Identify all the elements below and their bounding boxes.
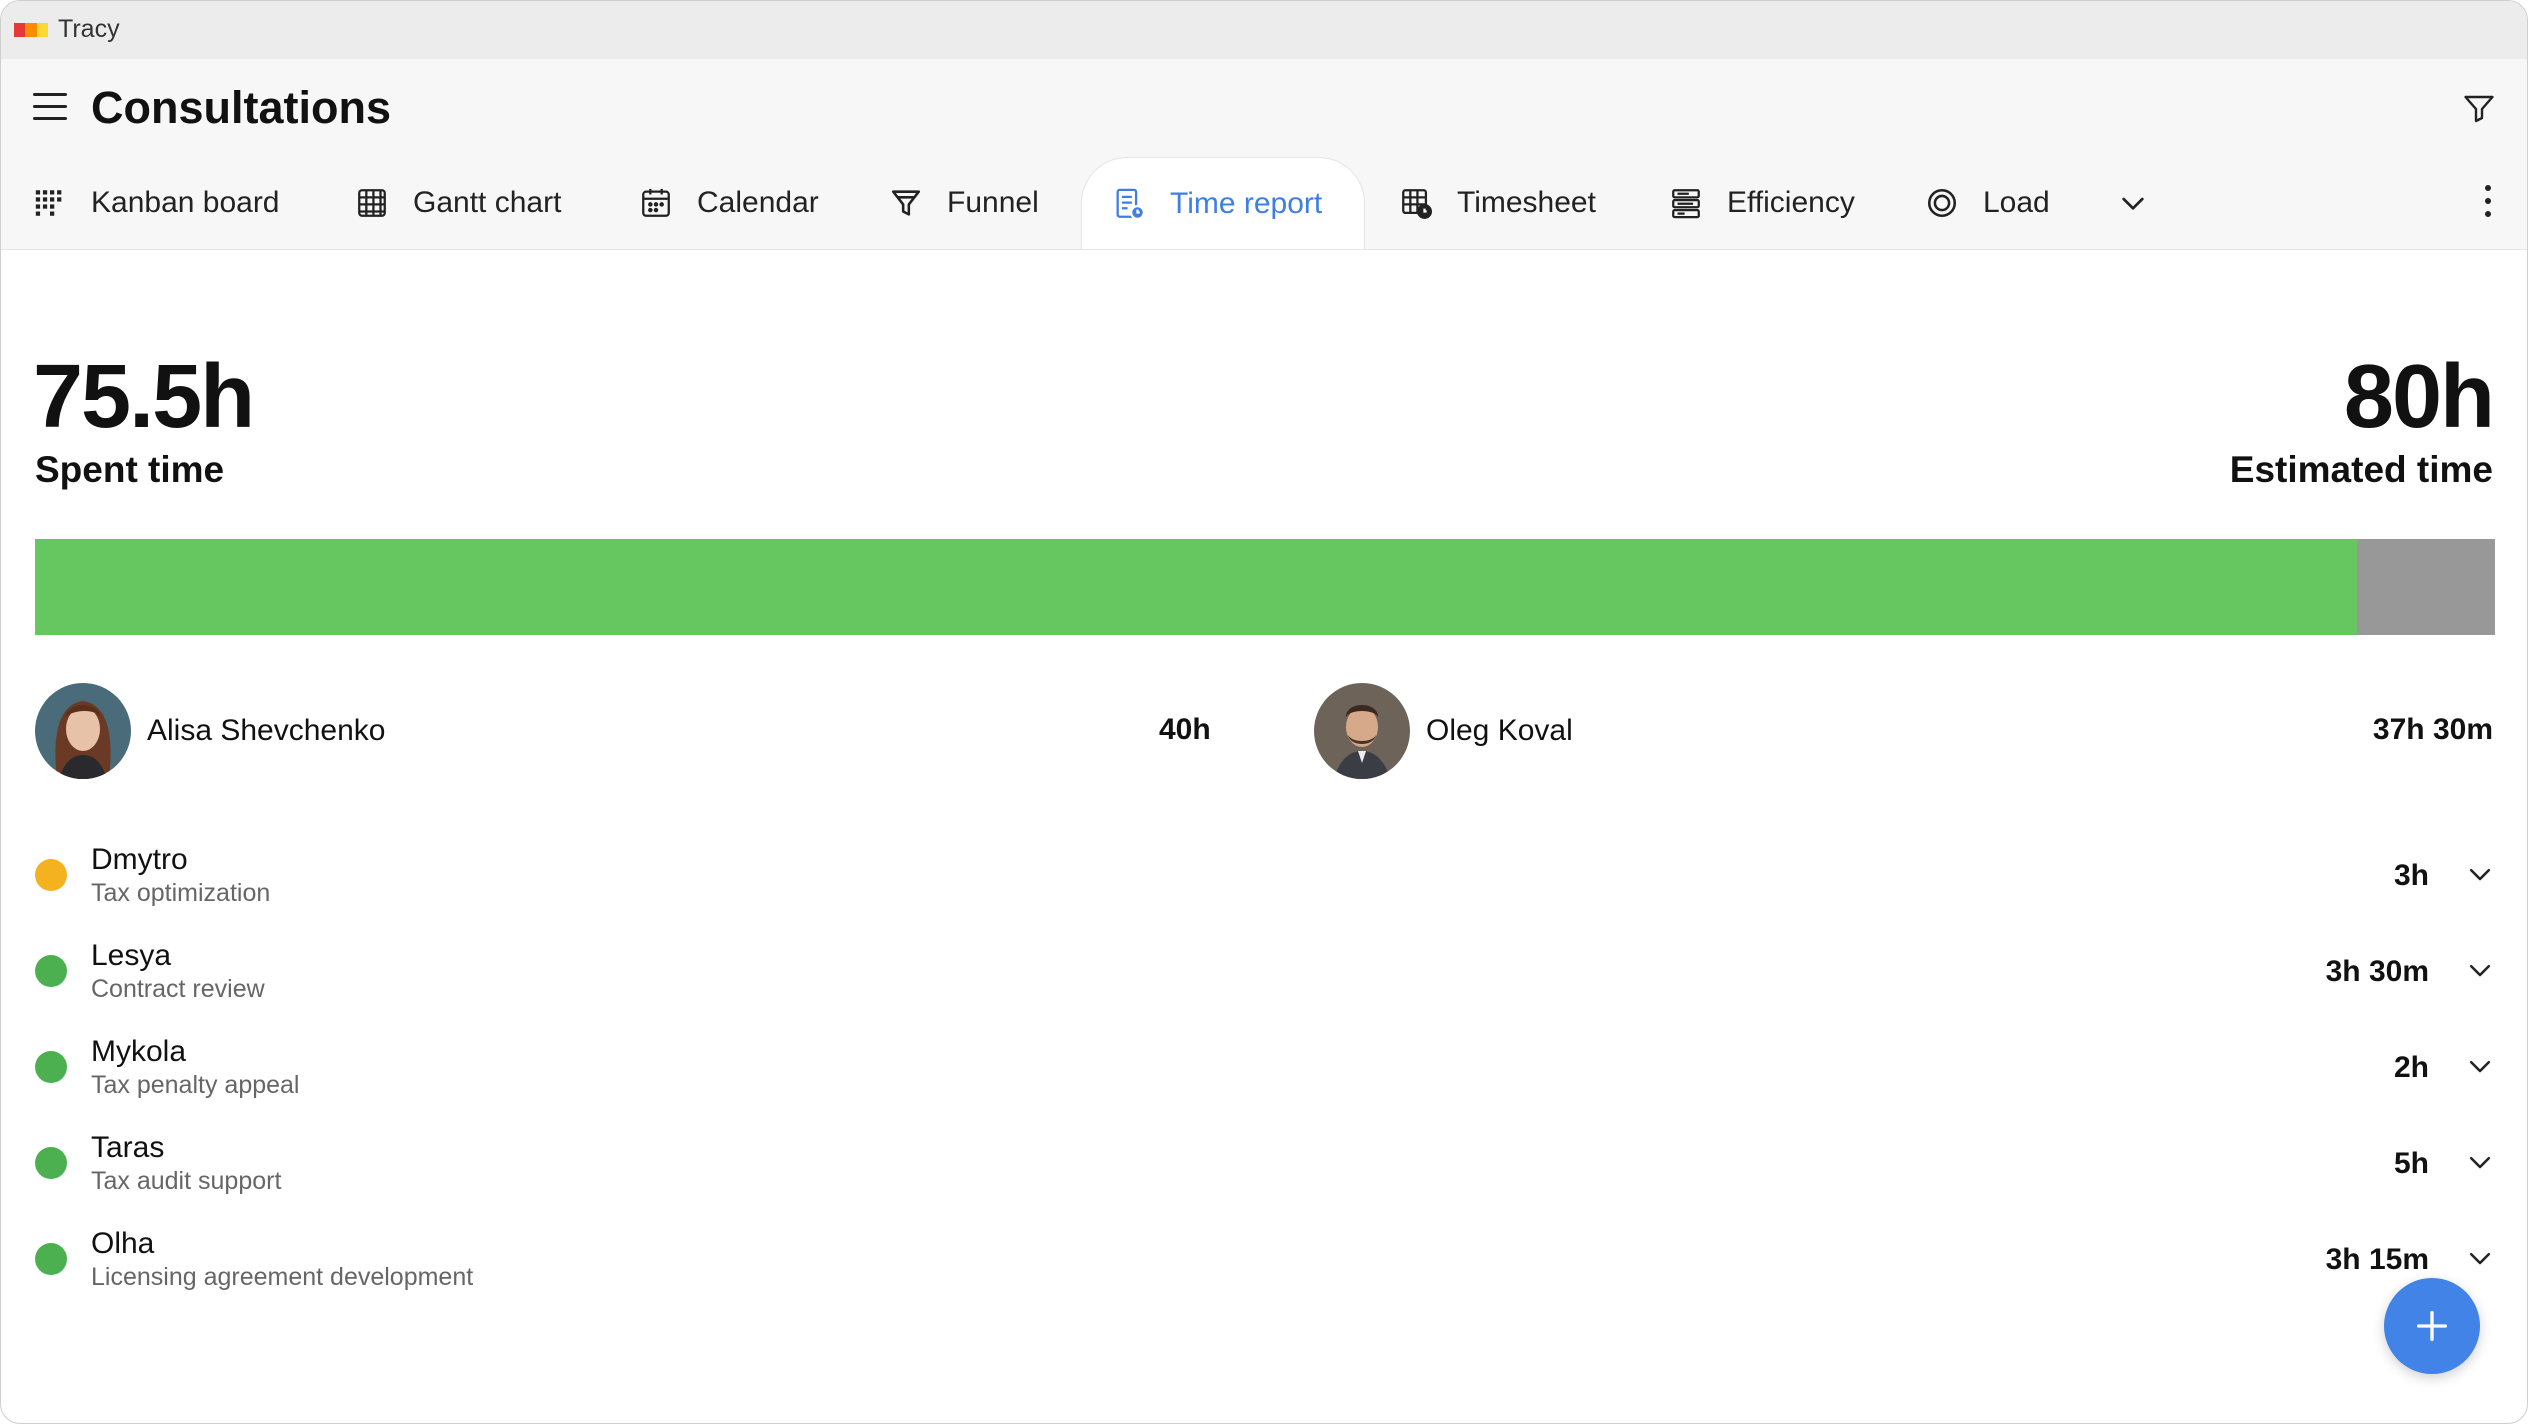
list-item[interactable]: Dmytro Tax optimization 3h bbox=[1, 827, 2527, 923]
estimated-time-value: 80h bbox=[2343, 347, 2495, 447]
client-name: Taras bbox=[91, 1131, 165, 1164]
person-name: Oleg Koval bbox=[1426, 714, 1573, 747]
list-item[interactable]: Lesya Contract review 3h 30m bbox=[1, 923, 2527, 1019]
funnel-icon bbox=[891, 190, 921, 216]
tab-load[interactable]: Load bbox=[1925, 157, 2050, 249]
view-tabs: Kanban board Gantt chart Calendar Funnel… bbox=[1, 157, 2527, 249]
person-hours: 40h bbox=[1159, 713, 1211, 746]
chevron-down-icon[interactable] bbox=[2465, 1243, 2495, 1273]
hamburger-menu-icon[interactable] bbox=[33, 93, 67, 121]
list-item[interactable]: Taras Tax audit support 5h bbox=[1, 1115, 2527, 1211]
chevron-down-icon[interactable] bbox=[2465, 955, 2495, 985]
time-report-icon bbox=[1116, 188, 1146, 220]
add-button[interactable] bbox=[2384, 1278, 2480, 1374]
status-dot bbox=[35, 955, 67, 987]
tab-label: Funnel bbox=[947, 186, 1039, 219]
gantt-icon bbox=[358, 189, 386, 217]
task-hours: 2h bbox=[2393, 1051, 2429, 1084]
avatar bbox=[35, 683, 131, 779]
spent-time-value: 75.5h bbox=[33, 347, 255, 447]
tab-efficiency[interactable]: Efficiency bbox=[1669, 157, 1855, 249]
person-alisa[interactable]: Alisa Shevchenko bbox=[35, 683, 385, 779]
tab-label: Calendar bbox=[697, 186, 819, 219]
client-name: Mykola bbox=[91, 1035, 187, 1068]
chevron-down-icon[interactable] bbox=[2465, 1147, 2495, 1177]
more-options-icon[interactable] bbox=[2483, 185, 2493, 221]
task-name: Tax penalty appeal bbox=[91, 1071, 300, 1099]
kanban-icon bbox=[35, 190, 62, 216]
calendar-icon bbox=[642, 188, 670, 217]
list-item[interactable]: Olha Licensing agreement development 3h 15… bbox=[1, 1211, 2527, 1307]
person-name: Alisa Shevchenko bbox=[147, 714, 386, 747]
time-progress-bar bbox=[35, 539, 2495, 635]
app-logo-icon bbox=[14, 23, 48, 37]
status-dot bbox=[35, 1243, 67, 1275]
app-title: Tracy bbox=[58, 15, 120, 43]
estimated-time-label: Estimated time bbox=[2229, 449, 2493, 490]
chevron-down-icon[interactable] bbox=[2117, 187, 2149, 219]
efficiency-icon bbox=[1672, 189, 1700, 219]
status-dot bbox=[35, 1147, 67, 1179]
tab-label: Timesheet bbox=[1457, 186, 1596, 219]
progress-fill bbox=[35, 539, 2358, 635]
task-hours: 3h 15m bbox=[2325, 1243, 2429, 1276]
load-icon bbox=[1927, 188, 1957, 218]
tab-time-report[interactable]: Time report bbox=[1081, 157, 1365, 249]
task-hours: 3h bbox=[2393, 859, 2429, 892]
person-oleg[interactable]: Oleg Koval bbox=[1314, 683, 1573, 779]
tab-gantt-chart[interactable]: Gantt chart bbox=[355, 157, 561, 249]
task-hours: 5h bbox=[2393, 1147, 2429, 1180]
status-dot bbox=[35, 1051, 67, 1083]
task-hours: 3h 30m bbox=[2325, 955, 2429, 988]
task-name: Contract review bbox=[91, 975, 265, 1003]
plus-icon bbox=[2417, 1311, 2447, 1341]
avatar bbox=[1314, 683, 1410, 779]
chevron-down-icon[interactable] bbox=[2465, 859, 2495, 889]
chevron-down-icon[interactable] bbox=[2465, 1051, 2495, 1081]
tab-funnel[interactable]: Funnel bbox=[889, 157, 1039, 249]
spent-time-label: Spent time bbox=[35, 449, 225, 490]
tab-label: Load bbox=[1983, 186, 2050, 219]
task-name: Tax audit support bbox=[91, 1167, 282, 1195]
status-dot bbox=[35, 859, 67, 891]
client-name: Olha bbox=[91, 1227, 155, 1260]
client-name: Lesya bbox=[91, 939, 172, 972]
app-window: Tracy Consultations Kanban board Gantt c… bbox=[0, 0, 2528, 1424]
tab-label: Kanban board bbox=[91, 186, 280, 219]
list-item[interactable]: Mykola Tax penalty appeal 2h bbox=[1, 1019, 2527, 1115]
tab-kanban-board[interactable]: Kanban board bbox=[33, 157, 280, 249]
timesheet-icon bbox=[1402, 189, 1433, 220]
tab-timesheet[interactable]: Timesheet bbox=[1399, 157, 1596, 249]
tab-label: Time report bbox=[1170, 186, 1323, 220]
tab-label: Gantt chart bbox=[413, 186, 562, 219]
person-hours: 37h 30m bbox=[2372, 713, 2493, 746]
task-name: Licensing agreement development bbox=[91, 1263, 474, 1291]
filter-icon[interactable] bbox=[2461, 91, 2497, 127]
tab-calendar[interactable]: Calendar bbox=[639, 157, 819, 249]
client-name: Dmytro bbox=[91, 843, 188, 876]
page-title: Consultations bbox=[91, 82, 391, 133]
task-name: Tax optimization bbox=[91, 879, 271, 907]
title-bar: Tracy bbox=[1, 1, 2527, 59]
page-header: Consultations Kanban board Gantt chart C… bbox=[1, 59, 2527, 250]
tab-label: Efficiency bbox=[1727, 186, 1855, 219]
